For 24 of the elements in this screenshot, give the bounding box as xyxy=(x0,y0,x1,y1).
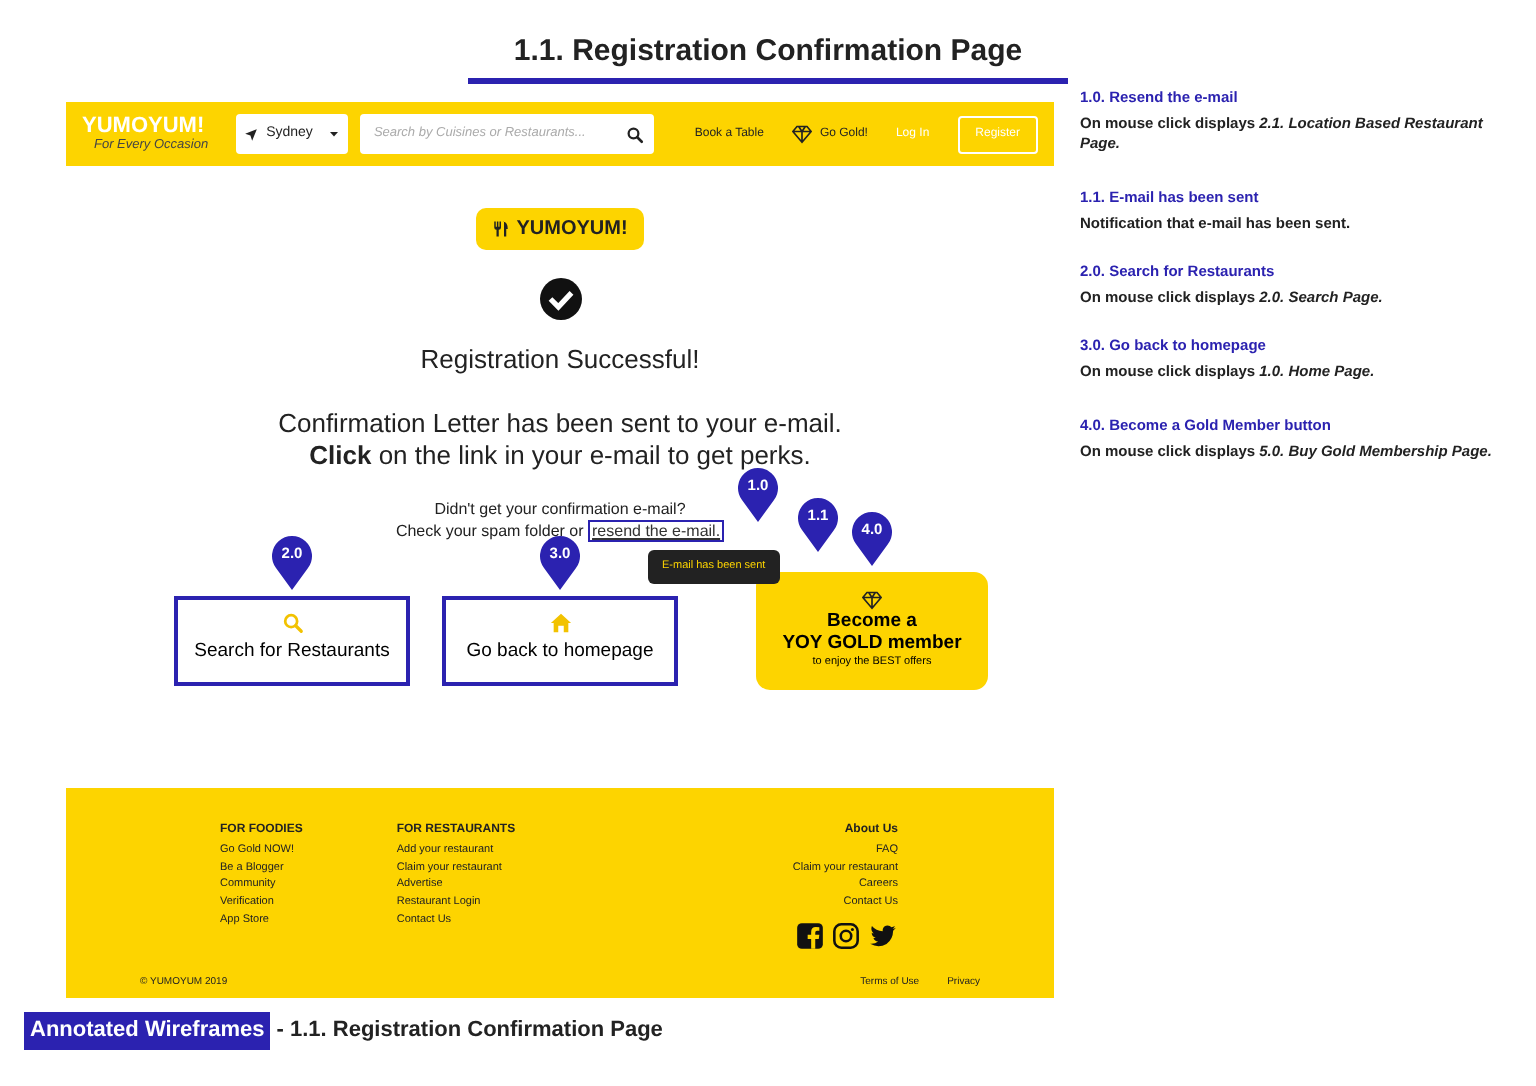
caption-tag: Annotated Wireframes xyxy=(24,1012,271,1049)
cutlery-icon xyxy=(492,220,511,238)
homepage-button[interactable]: Go back to homepage xyxy=(442,595,678,685)
house-icon xyxy=(549,612,571,635)
search-restaurants-button[interactable]: Search for Restaurants xyxy=(174,595,410,685)
prompt-text: Didn't get your confirmation e-mail? xyxy=(432,497,688,519)
twitter-icon xyxy=(868,921,898,950)
facebook-icon xyxy=(796,921,824,950)
instagram-icon xyxy=(832,921,860,950)
check-icon xyxy=(539,278,581,320)
perks-message: Click on the link in your e-mail to get perks. xyxy=(309,439,811,471)
confirmation-message: Confirmation Letter has been sent to your e-mail. xyxy=(278,407,842,439)
diamond-icon xyxy=(862,589,882,610)
success-heading: Registration Successful! xyxy=(420,342,700,378)
prompt-text: Check your spam folder or xyxy=(395,521,584,539)
resend-link[interactable]: resend the e-mail. xyxy=(588,519,725,541)
page-title: 1.1. Registration Confirmation Page xyxy=(511,32,1025,72)
caption-text: - 1.1. Registration Confirmation Page xyxy=(276,1016,663,1046)
search-icon xyxy=(281,612,303,635)
logo-badge: YUMOYUM! xyxy=(476,208,644,250)
diamond-icon xyxy=(791,124,812,144)
search-icon xyxy=(626,125,645,143)
caret-icon xyxy=(327,128,340,140)
location-arrow-icon xyxy=(244,127,259,141)
